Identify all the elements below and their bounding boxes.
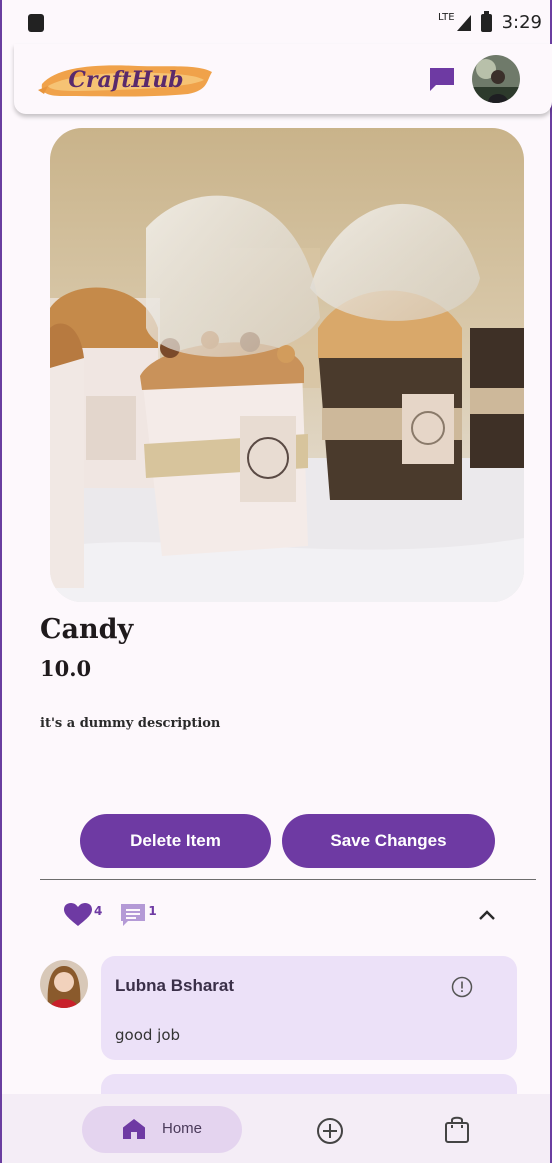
bottom-navigation: Home — [2, 1094, 550, 1163]
logo-text: CraftHub — [68, 67, 184, 93]
nav-home[interactable]: Home — [82, 1106, 242, 1153]
comment-card — [101, 1074, 517, 1094]
likes-count: 4 — [94, 904, 103, 918]
app-bar: CraftHub — [14, 44, 552, 114]
network-type: LTE — [437, 12, 455, 23]
comment-icon[interactable] — [120, 902, 146, 928]
avatar-image — [40, 960, 88, 1008]
home-icon — [123, 1119, 145, 1139]
avatar-image — [472, 55, 520, 103]
product-name: Candy — [40, 614, 134, 645]
product-description: it's a dummy description — [40, 716, 221, 731]
comment-card: Lubna Bsharat good job — [101, 956, 517, 1060]
signal-icon — [456, 14, 471, 31]
heart-icon[interactable] — [64, 903, 92, 927]
chevron-up-icon[interactable] — [476, 906, 498, 924]
comments-count: 1 — [148, 904, 157, 918]
comment-author[interactable]: Lubna Bsharat — [115, 976, 234, 996]
shopping-bag-icon[interactable] — [444, 1115, 470, 1143]
status-indicators: LTE 3:29 — [437, 10, 542, 33]
delete-item-button[interactable]: Delete Item — [80, 814, 271, 868]
engagement-stats: 4 1 — [64, 900, 157, 930]
nav-home-label: Home — [162, 1120, 203, 1137]
section-divider — [40, 879, 536, 880]
comment-author-avatar[interactable] — [40, 960, 88, 1008]
product-image — [50, 128, 524, 602]
save-changes-button[interactable]: Save Changes — [282, 814, 495, 868]
product-price: 10.0 — [40, 656, 92, 681]
battery-icon — [480, 10, 492, 32]
profile-avatar[interactable] — [472, 55, 520, 103]
chat-icon[interactable] — [428, 66, 456, 92]
status-bar: LTE 3:29 — [0, 0, 552, 44]
popcorn-boxes-photo — [50, 128, 524, 602]
comment-text: good job — [115, 1026, 181, 1044]
add-circle-icon[interactable] — [316, 1117, 344, 1145]
report-icon[interactable] — [451, 976, 473, 998]
status-time: 3:29 — [501, 12, 542, 33]
crafthub-logo[interactable]: CraftHub — [38, 60, 214, 100]
sim-card-icon — [28, 14, 44, 32]
